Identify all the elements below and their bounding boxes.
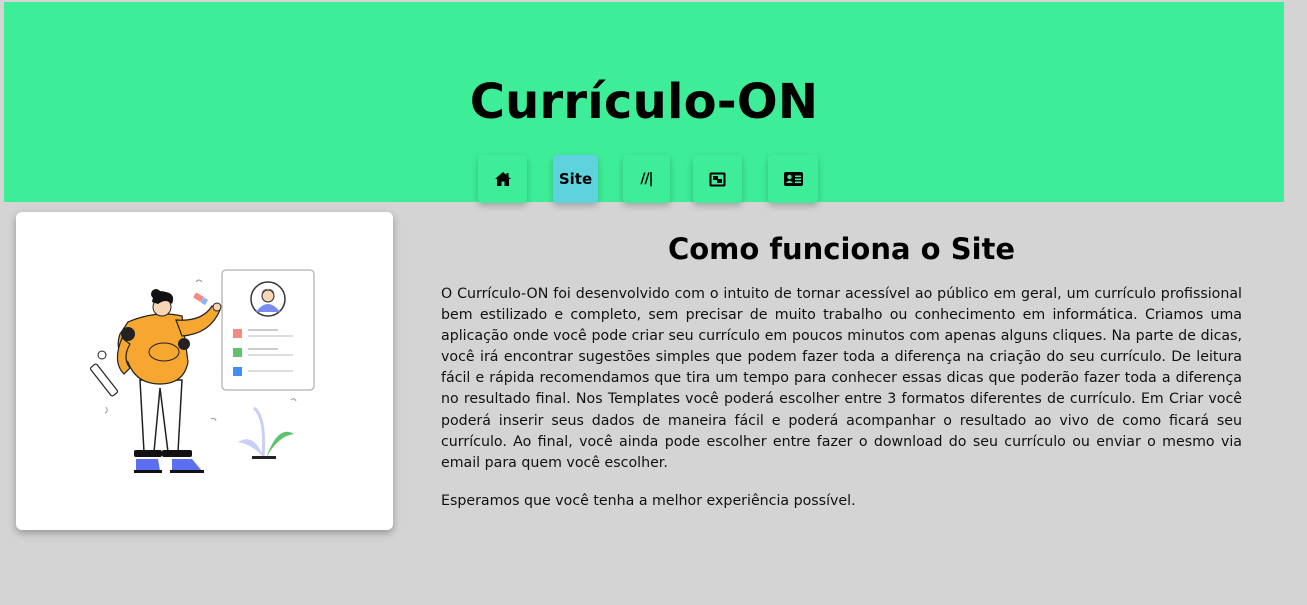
- home-icon: [494, 172, 511, 186]
- illustration-card: [16, 212, 393, 530]
- nav-home-button[interactable]: [478, 155, 527, 203]
- site-header: Currículo-ON Site //|: [4, 2, 1284, 203]
- section-heading: Como funciona o Site: [667, 232, 1016, 266]
- closing-paragraph: Esperamos que você tenha a melhor experi…: [441, 492, 856, 509]
- nav-tips-label: //|: [640, 171, 653, 187]
- description-paragraph: O Currículo-ON foi desenvolvido com o in…: [441, 286, 1242, 471]
- site-title: Currículo-ON: [469, 74, 819, 130]
- id-card-icon: [783, 172, 803, 186]
- resume-illustration: [89, 269, 315, 473]
- main-nav: Site //|: [4, 155, 1284, 203]
- nav-tips-button[interactable]: //|: [623, 155, 670, 203]
- template-icon: [709, 172, 726, 186]
- nav-site-label: Site: [558, 170, 593, 188]
- main-content: Como funciona o Site O Currículo-ON foi …: [441, 228, 1242, 512]
- nav-site-button[interactable]: Site: [553, 155, 598, 203]
- nav-create-button[interactable]: [768, 155, 818, 203]
- nav-templates-button[interactable]: [693, 155, 742, 203]
